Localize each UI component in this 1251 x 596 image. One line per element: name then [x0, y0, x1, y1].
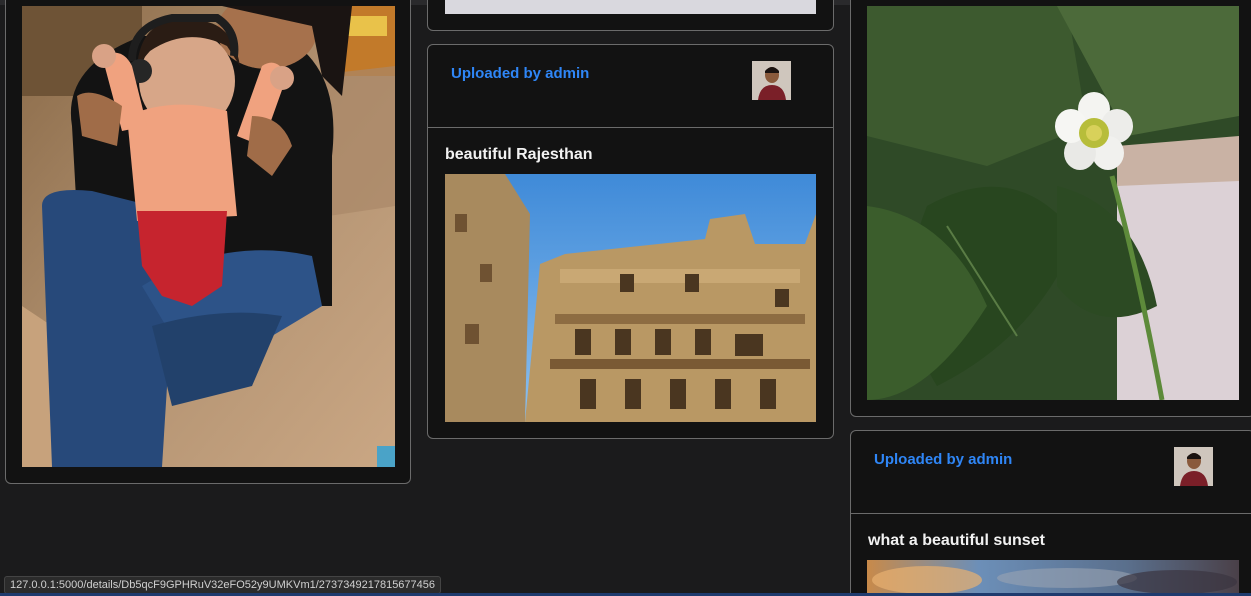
gallery-page: Uploaded by admin beautiful Rajesthan Up… [0, 0, 1251, 596]
post-title: what a beautiful sunset [868, 532, 1045, 549]
avatar-image [1174, 447, 1213, 486]
post-card-sunset: Uploaded by admin what a beautiful sunse… [850, 430, 1251, 596]
post-title: beautiful Rajesthan [445, 146, 593, 163]
post-photo-rajesthan[interactable] [445, 174, 816, 422]
post-header: Uploaded by admin [851, 431, 1251, 514]
post-photo-sunset[interactable] [867, 560, 1239, 596]
post-photo-family[interactable] [22, 6, 395, 467]
family-photo-image [22, 6, 395, 467]
post-photo-flower[interactable] [867, 6, 1239, 400]
sunset-photo-image [867, 560, 1239, 596]
post-card-previous [427, 0, 834, 31]
post-card-flower [850, 0, 1251, 417]
avatar-image [752, 61, 791, 100]
status-bar-url: 127.0.0.1:5000/details/Db5qcF9GPHRuV32eF… [4, 576, 442, 594]
flower-photo-image [867, 6, 1239, 400]
uploader-link[interactable]: Uploaded by admin [451, 65, 589, 82]
post-header: Uploaded by admin [428, 45, 833, 128]
post-photo-previous[interactable] [445, 0, 816, 14]
post-card-rajesthan: Uploaded by admin beautiful Rajesthan [427, 44, 834, 439]
avatar[interactable] [752, 61, 791, 100]
avatar[interactable] [1174, 447, 1213, 486]
rajesthan-photo-image [445, 174, 816, 422]
uploader-link[interactable]: Uploaded by admin [874, 451, 1012, 468]
post-card-family [5, 0, 411, 484]
